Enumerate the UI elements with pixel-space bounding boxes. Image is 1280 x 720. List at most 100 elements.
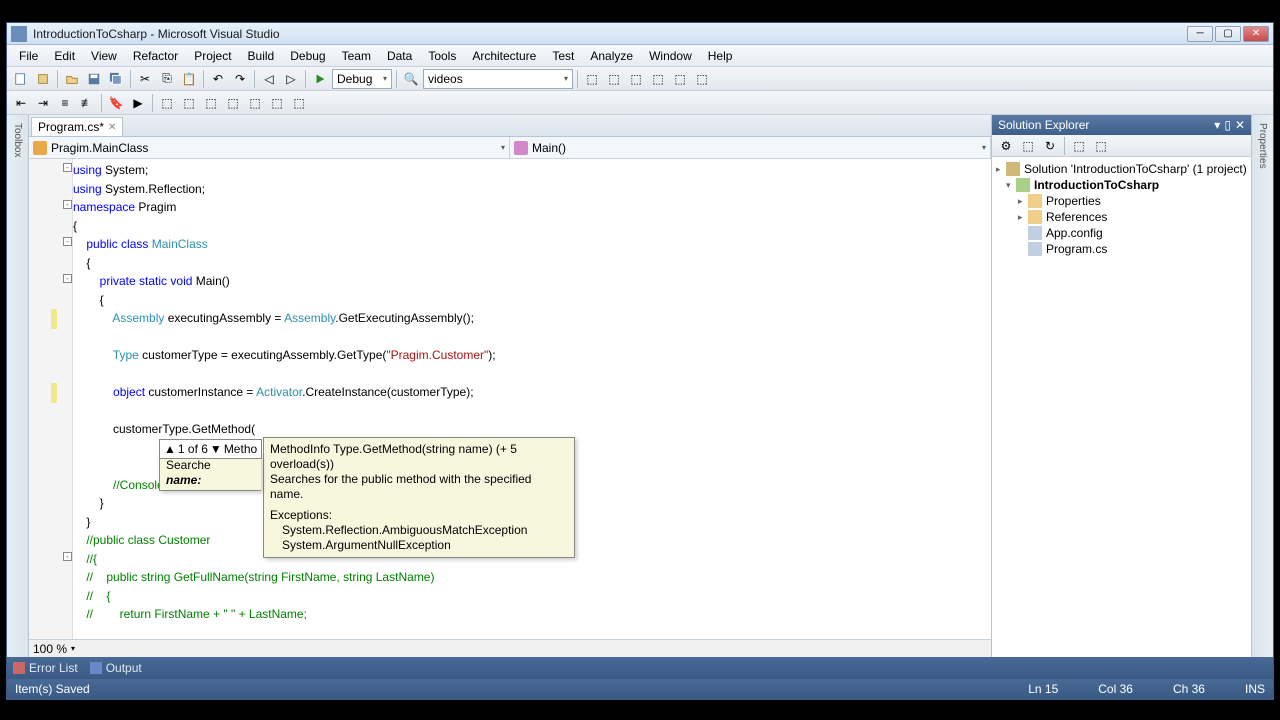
tb-ext1[interactable]: ⬚ [582, 69, 602, 89]
code-editor[interactable]: - - - - - using System;using System.Refl… [29, 159, 991, 639]
error-list-tab[interactable]: Error List [13, 661, 78, 675]
left-toolwell: Toolbox [7, 115, 29, 657]
open-button[interactable] [62, 69, 82, 89]
gutter: - - - - - [29, 159, 73, 639]
document-tab[interactable]: Program.cs* ✕ [31, 117, 123, 136]
solution-tree[interactable]: ▸ Solution 'IntroductionToCsharp' (1 pro… [992, 157, 1251, 657]
maximize-button[interactable]: ▢ [1215, 26, 1241, 42]
status-message: Item(s) Saved [15, 682, 90, 696]
properties-tab[interactable]: Properties [1255, 119, 1270, 173]
view-code-button[interactable]: ⬚ [1069, 136, 1089, 156]
solution-explorer-header[interactable]: Solution Explorer ▾ ▯ ✕ [992, 115, 1251, 135]
show-all-button[interactable]: ⬚ [1018, 136, 1038, 156]
save-button[interactable] [84, 69, 104, 89]
menu-refactor[interactable]: Refactor [125, 47, 186, 65]
toolbox-tab[interactable]: Toolbox [10, 119, 25, 161]
add-item-button[interactable] [33, 69, 53, 89]
tree-item[interactable]: App.config [996, 225, 1247, 241]
project-icon [1016, 178, 1030, 192]
menu-tools[interactable]: Tools [420, 47, 464, 65]
panel-close-icon[interactable]: ✕ [1235, 118, 1245, 132]
config-combo[interactable]: Debug [332, 69, 392, 89]
menu-file[interactable]: File [11, 47, 46, 65]
properties-button[interactable]: ⚙ [996, 136, 1016, 156]
tb2-5[interactable]: ⬚ [267, 93, 287, 113]
menu-architecture[interactable]: Architecture [464, 47, 544, 65]
menu-edit[interactable]: Edit [46, 47, 83, 65]
statusbar: Item(s) Saved Ln 15 Col 36 Ch 36 INS [7, 679, 1273, 699]
new-project-button[interactable] [11, 69, 31, 89]
nav-back-button[interactable]: ◁ [259, 69, 279, 89]
nav-fwd-button[interactable]: ▷ [281, 69, 301, 89]
tb2-1[interactable]: ⬚ [179, 93, 199, 113]
fold-icon[interactable]: - [63, 163, 72, 172]
tb2-2[interactable]: ⬚ [201, 93, 221, 113]
up-icon[interactable]: ▲ [164, 442, 176, 456]
expander-icon[interactable]: ▸ [1018, 212, 1028, 223]
tree-item[interactable]: Program.cs [996, 241, 1247, 257]
method-icon [514, 141, 528, 155]
bookmark-button[interactable]: 🔖 [106, 93, 126, 113]
save-all-button[interactable] [106, 69, 126, 89]
menu-build[interactable]: Build [240, 47, 283, 65]
close-button[interactable]: ✕ [1243, 26, 1269, 42]
menu-team[interactable]: Team [334, 47, 379, 65]
search-combo[interactable]: videos [423, 69, 573, 89]
find-button[interactable]: 🔍 [401, 69, 421, 89]
zoom-combo[interactable]: 100 % [29, 639, 991, 657]
menu-data[interactable]: Data [379, 47, 420, 65]
copy-button[interactable]: ⎘ [157, 69, 177, 89]
start-button[interactable] [310, 69, 330, 89]
next-bookmark-button[interactable]: ▶ [128, 93, 148, 113]
menu-window[interactable]: Window [641, 47, 700, 65]
menu-help[interactable]: Help [700, 47, 741, 65]
minimize-button[interactable]: ─ [1187, 26, 1213, 42]
overload-nav[interactable]: ▲ 1 of 6 ▼ Metho [159, 439, 262, 459]
menubar: FileEditViewRefactorProjectBuildDebugTea… [7, 45, 1273, 67]
menu-debug[interactable]: Debug [282, 47, 333, 65]
tb2-6[interactable]: ⬚ [289, 93, 309, 113]
fold-icon[interactable]: - [63, 237, 72, 246]
fold-icon[interactable]: - [63, 552, 72, 561]
menu-view[interactable]: View [83, 47, 125, 65]
menu-project[interactable]: Project [186, 47, 239, 65]
comment-button[interactable]: ≡ [55, 93, 75, 113]
view-designer-button[interactable]: ⬚ [1091, 136, 1111, 156]
tb2-3[interactable]: ⬚ [223, 93, 243, 113]
tb2-4[interactable]: ⬚ [245, 93, 265, 113]
output-tab[interactable]: Output [90, 661, 142, 675]
format-button[interactable]: ⬚ [157, 93, 177, 113]
solution-node[interactable]: ▸ Solution 'IntroductionToCsharp' (1 pro… [996, 161, 1247, 177]
cut-button[interactable]: ✂ [135, 69, 155, 89]
expander-icon[interactable]: ▸ [1018, 196, 1028, 207]
redo-button[interactable]: ↷ [230, 69, 250, 89]
vs-window: IntroductionToCsharp - Microsoft Visual … [6, 22, 1274, 700]
panel-dropdown-icon[interactable]: ▾ [1214, 118, 1220, 132]
down-icon[interactable]: ▼ [210, 442, 222, 456]
undo-button[interactable]: ↶ [208, 69, 228, 89]
tb-ext5[interactable]: ⬚ [670, 69, 690, 89]
member-nav-combo[interactable]: Main() [510, 137, 991, 158]
fold-icon[interactable]: - [63, 274, 72, 283]
paste-button[interactable]: 📋 [179, 69, 199, 89]
tb-ext6[interactable]: ⬚ [692, 69, 712, 89]
titlebar[interactable]: IntroductionToCsharp - Microsoft Visual … [7, 23, 1273, 45]
expander-icon[interactable]: ▸ [996, 164, 1006, 175]
uncomment-button[interactable]: ≢ [77, 93, 97, 113]
expander-icon[interactable]: ▾ [1006, 180, 1016, 191]
tree-item[interactable]: ▸References [996, 209, 1247, 225]
project-node[interactable]: ▾ IntroductionToCsharp [996, 177, 1247, 193]
tb-ext3[interactable]: ⬚ [626, 69, 646, 89]
tb-ext2[interactable]: ⬚ [604, 69, 624, 89]
menu-analyze[interactable]: Analyze [582, 47, 641, 65]
type-nav-combo[interactable]: Pragim.MainClass [29, 137, 510, 158]
close-tab-icon[interactable]: ✕ [108, 122, 116, 133]
indent-more-button[interactable]: ⇥ [33, 93, 53, 113]
fold-icon[interactable]: - [63, 200, 72, 209]
tb-ext4[interactable]: ⬚ [648, 69, 668, 89]
indent-less-button[interactable]: ⇤ [11, 93, 31, 113]
tree-item[interactable]: ▸Properties [996, 193, 1247, 209]
menu-test[interactable]: Test [544, 47, 582, 65]
refresh-button[interactable]: ↻ [1040, 136, 1060, 156]
pin-icon[interactable]: ▯ [1224, 118, 1231, 132]
